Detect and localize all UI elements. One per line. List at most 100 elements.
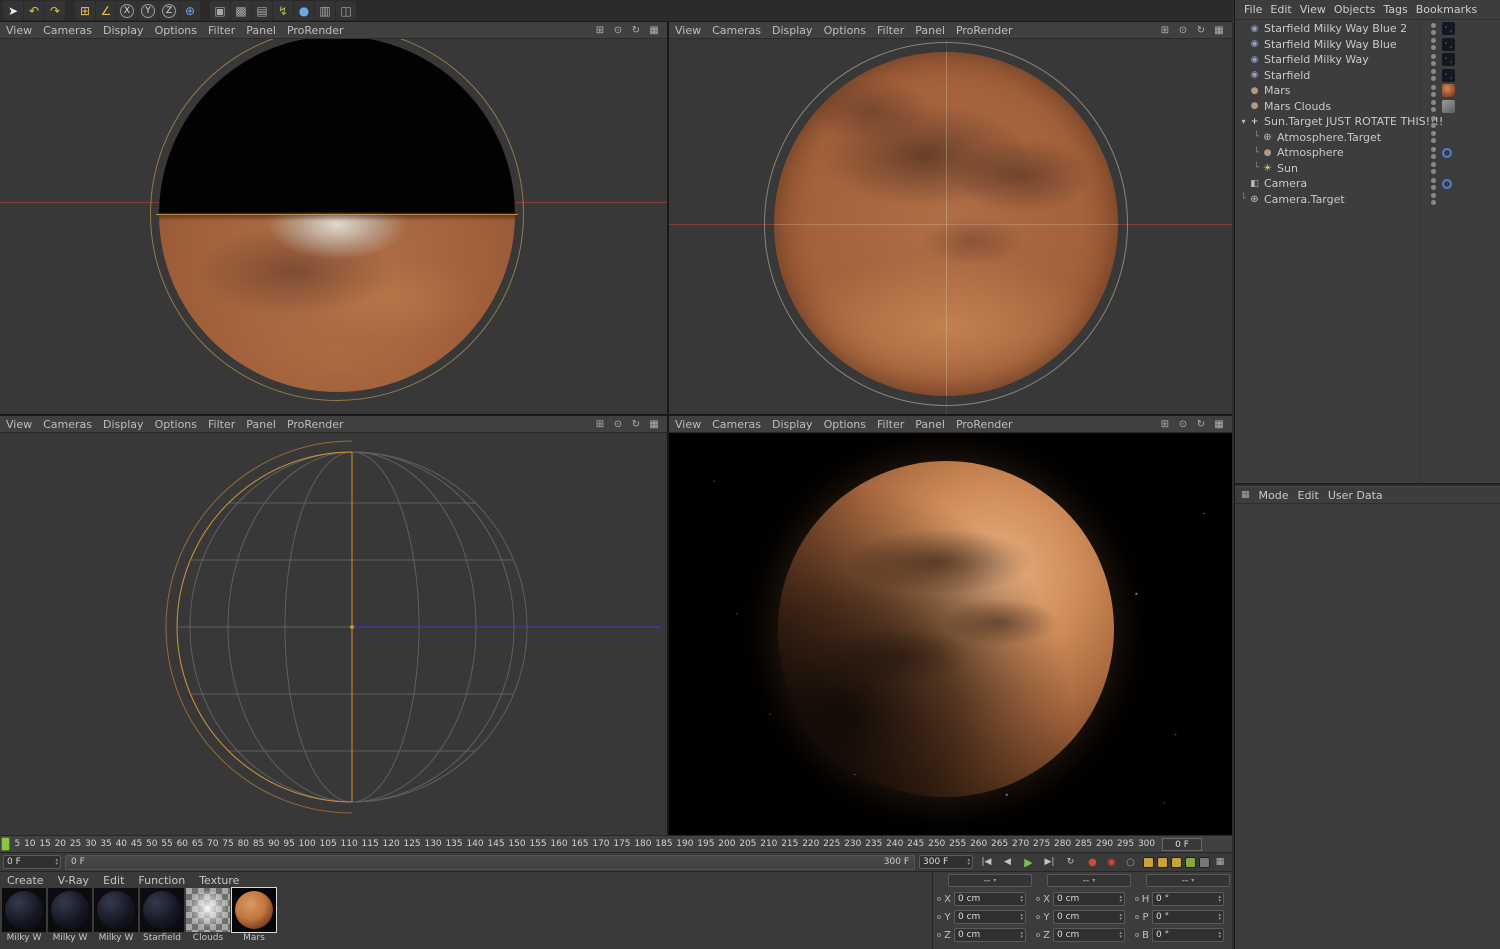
object-row[interactable]: Starfield Milky Way Blue 2 (1235, 21, 1500, 37)
attribute-manager-menu-item[interactable]: Mode (1259, 489, 1289, 502)
attribute-manager-menu-item[interactable]: User Data (1328, 489, 1383, 502)
viewport-canvas-perspective[interactable] (669, 433, 1232, 835)
snap-icon[interactable]: ⊞ (75, 1, 95, 20)
spinner-arrows-icon[interactable]: ▴▾ (1020, 895, 1025, 903)
interactive-render-icon[interactable]: ↯ (273, 1, 293, 20)
position-mode-dropdown[interactable]: --▾ (948, 874, 1032, 887)
viewport-canvas-side-ortho[interactable] (0, 433, 667, 835)
coordinate-field[interactable]: 0 cm ▴▾ (1053, 910, 1125, 924)
expand-toggle-icon[interactable] (1252, 132, 1261, 142)
key-pla-toggle[interactable] (1199, 857, 1210, 868)
key-position-toggle[interactable] (1143, 857, 1154, 868)
viewport-menu-item[interactable]: ProRender (287, 24, 344, 37)
cycle-button[interactable]: ↻ (1061, 855, 1080, 870)
animation-dot-icon[interactable] (1036, 915, 1040, 919)
toggle-view-icon[interactable]: ▦ (647, 25, 661, 36)
quantize-icon[interactable]: ∠ (96, 1, 116, 20)
viewport-menu-item[interactable]: View (675, 24, 701, 37)
animation-dot-icon[interactable] (1036, 933, 1040, 937)
object-row[interactable]: Atmosphere.Target (1235, 130, 1500, 146)
viewport-menu-item[interactable]: Cameras (712, 24, 761, 37)
viewport-menu-item[interactable]: Options (824, 24, 866, 37)
viewport-menu-item[interactable]: Filter (208, 24, 235, 37)
spinner-arrows-icon[interactable]: ▴▾ (1020, 931, 1025, 939)
expand-toggle-icon[interactable] (1239, 117, 1248, 126)
material-menu-item[interactable]: V-Ray (58, 874, 90, 887)
expand-toggle-icon[interactable] (1239, 194, 1248, 204)
viewport-menu-item[interactable]: ProRender (287, 418, 344, 431)
pan-view-icon[interactable]: ⊞ (593, 419, 607, 430)
viewport-menu-item[interactable]: Display (103, 418, 144, 431)
coordinate-field[interactable]: 0 cm ▴▾ (1053, 928, 1125, 942)
spinner-arrows-icon[interactable]: ▴▾ (1218, 931, 1223, 939)
coordinate-system-icon[interactable]: ⊕ (180, 1, 200, 20)
viewport-menu-item[interactable]: Cameras (712, 418, 761, 431)
expand-toggle-icon[interactable] (1252, 163, 1261, 173)
viewport-menu-item[interactable]: Options (824, 418, 866, 431)
toolbar-spacer[interactable] (201, 1, 209, 20)
visibility-toggles[interactable] (1428, 85, 1438, 97)
viewport-menu-item[interactable]: Display (103, 24, 144, 37)
material-thumbnail[interactable] (186, 888, 230, 932)
material-thumbnail[interactable] (2, 888, 46, 932)
spinner-arrows-icon[interactable]: ▴▾ (1119, 895, 1124, 903)
autokey-button[interactable]: ◉ (1103, 855, 1120, 870)
viewport-menu-item[interactable]: Options (155, 418, 197, 431)
coordinate-field[interactable]: 0 cm ▴▾ (954, 892, 1026, 906)
pan-view-icon[interactable]: ⊞ (593, 25, 607, 36)
rotate-view-icon[interactable]: ↻ (1194, 419, 1208, 430)
plugin-icon[interactable]: ◫ (336, 1, 356, 20)
spinner-arrows-icon[interactable]: ▴▾ (967, 858, 972, 866)
texture-tag[interactable] (1442, 115, 1455, 128)
texture-tag[interactable] (1442, 69, 1455, 82)
play-backwards-button[interactable]: ◀ (998, 855, 1017, 870)
rotate-view-icon[interactable]: ↻ (629, 25, 643, 36)
coordinate-field[interactable]: 0 cm ▴▾ (954, 910, 1026, 924)
animation-dot-icon[interactable] (937, 933, 941, 937)
viewport-menu-item[interactable]: Display (772, 24, 813, 37)
material-thumbnail[interactable] (140, 888, 184, 932)
animation-dot-icon[interactable] (937, 897, 941, 901)
object-row[interactable]: Starfield Milky Way (1235, 52, 1500, 68)
material-menu-item[interactable]: Function (138, 874, 185, 887)
pan-view-icon[interactable]: ⊞ (1158, 25, 1172, 36)
rotate-view-icon[interactable]: ↻ (1194, 25, 1208, 36)
texture-tag[interactable] (1442, 193, 1455, 206)
rotation-mode-dropdown[interactable]: --▾ (1146, 874, 1230, 887)
material-thumbnail[interactable] (232, 888, 276, 932)
object-row[interactable]: Mars (1235, 83, 1500, 99)
coordinate-field[interactable]: 0 ° ▴▾ (1152, 928, 1224, 942)
object-row[interactable]: Mars Clouds (1235, 99, 1500, 115)
expand-toggle-icon[interactable] (1252, 148, 1261, 158)
viewport-menu-item[interactable]: Filter (208, 418, 235, 431)
material-thumbnail[interactable] (94, 888, 138, 932)
timeline-range-slider[interactable]: 0 F 300 F (65, 855, 915, 870)
zoom-view-icon[interactable]: ⊙ (611, 25, 625, 36)
viewport-menu-item[interactable]: View (6, 418, 32, 431)
material-thumbnail[interactable] (48, 888, 92, 932)
visibility-toggles[interactable] (1428, 147, 1438, 159)
object-manager-menu-item[interactable]: View (1300, 3, 1326, 16)
render-settings-icon[interactable]: ▤ (252, 1, 272, 20)
redo-icon[interactable]: ↷ (45, 1, 65, 20)
play-button[interactable]: ▶ (1019, 855, 1038, 870)
lock-z-axis-icon[interactable]: Z (159, 1, 179, 20)
undo-icon[interactable]: ↶ (24, 1, 44, 20)
viewport-menu-item[interactable]: ProRender (956, 24, 1013, 37)
texture-tag[interactable] (1442, 179, 1452, 189)
render-region-icon[interactable]: ▩ (231, 1, 251, 20)
object-manager-menu-item[interactable]: Tags (1383, 3, 1407, 16)
object-row[interactable]: Starfield (1235, 68, 1500, 84)
viewport-menu-item[interactable]: Cameras (43, 24, 92, 37)
object-row[interactable]: Camera (1235, 176, 1500, 192)
material-item[interactable]: Milky W (94, 888, 139, 944)
material-item[interactable]: Starfield (140, 888, 185, 944)
visibility-toggles[interactable] (1428, 162, 1438, 174)
keyframe-selection-button[interactable]: ○ (1122, 855, 1139, 870)
viewport-menu-item[interactable]: ProRender (956, 418, 1013, 431)
visibility-toggles[interactable] (1428, 38, 1438, 50)
visibility-toggles[interactable] (1428, 69, 1438, 81)
key-rotation-toggle[interactable] (1171, 857, 1182, 868)
sphere-object-icon[interactable]: ● (294, 1, 314, 20)
key-scale-toggle[interactable] (1157, 857, 1168, 868)
